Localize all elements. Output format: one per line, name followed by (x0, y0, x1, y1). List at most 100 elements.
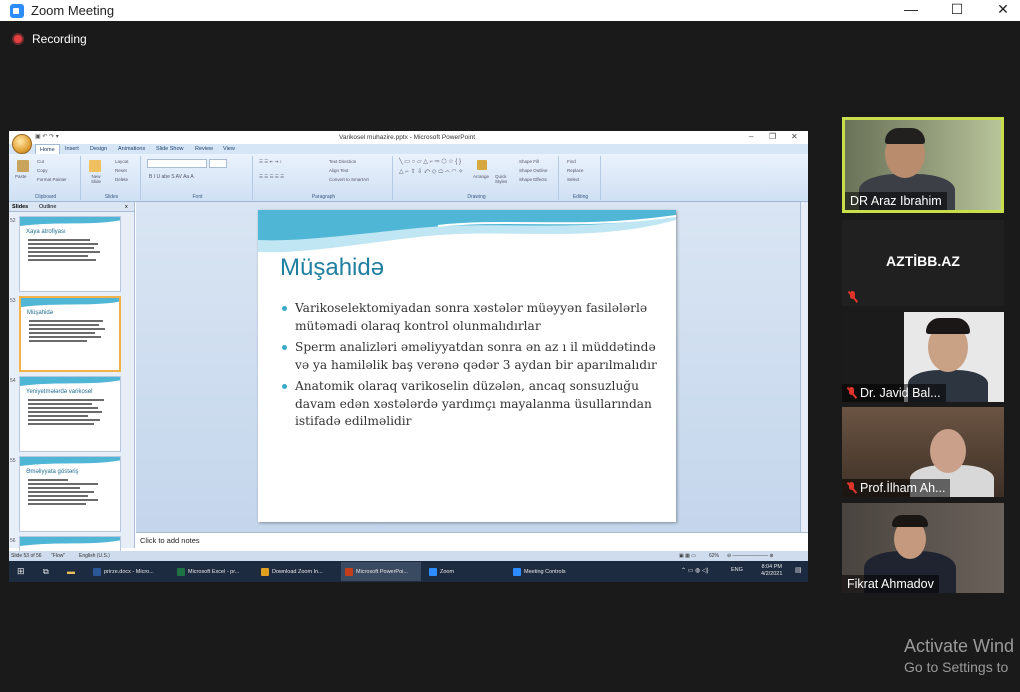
task-view-icon[interactable]: ⧉ (39, 562, 53, 581)
participant-tile[interactable]: Fikrat Ahmadov (842, 503, 1004, 593)
text-direction-button[interactable]: Text Direction (329, 159, 356, 164)
taskbar-app[interactable]: Download Zoom In... (257, 562, 337, 581)
tab-slide-show[interactable]: Slide Show (156, 146, 184, 152)
minimize-button[interactable]: — (888, 0, 934, 21)
thumbnail-text-line (28, 407, 98, 409)
recording-indicator[interactable]: Recording (12, 32, 87, 46)
participant-tile[interactable]: Prof.İlham Ah... (842, 407, 1004, 497)
slide-thumbnail[interactable]: Müşahidə (19, 296, 121, 372)
thumbnail-title: Müşahidə (27, 310, 54, 316)
pane-tabs: Slides Outline x (9, 202, 134, 212)
taskbar-app[interactable]: prirze.docx - Micro... (89, 562, 169, 581)
participant-name: Prof.İlham Ah... (860, 481, 946, 495)
participant-head (930, 429, 966, 473)
slide-bullet-list[interactable]: Varikoselektomiyadan sonra xəstələr müəy… (282, 300, 662, 435)
quick-access-toolbar-icon[interactable]: ▣ ↶ ↷ ▾ (35, 133, 59, 140)
clock-date: 4/2/2021 (761, 571, 783, 577)
tray-icons[interactable]: ⌃ ▭ ◍ ◁) (681, 567, 709, 574)
participant-tile[interactable]: DR Araz Ibrahim (842, 117, 1004, 213)
pane-tab-outline[interactable]: Outline (39, 204, 56, 210)
close-button[interactable]: ✕ (980, 0, 1020, 21)
tab-view[interactable]: View (223, 146, 235, 152)
shape-effects-button[interactable]: Shape Effects (519, 177, 547, 182)
participant-tile[interactable]: Dr. Javid Bal... (842, 312, 1004, 402)
cut-button[interactable]: Cut (37, 159, 44, 164)
shape-outline-button[interactable]: Shape Outline (519, 168, 548, 173)
taskbar-app-icon (261, 567, 269, 576)
tab-home[interactable]: Home (35, 144, 60, 154)
ppt-restore-icon[interactable]: ❐ (769, 132, 776, 141)
status-theme: "Flow" (51, 553, 66, 559)
shared-screen-powerpoint[interactable]: ▣ ↶ ↷ ▾ Varikosel muhazire.pptx - Micros… (9, 131, 808, 582)
slide-thumbnail[interactable]: Əməliyyata göstəriş (19, 456, 121, 532)
list-icons[interactable]: ☰ ☰ ⇤ ⇥ ↕ (259, 159, 282, 165)
shapes-gallery-icons-2[interactable]: △ ⌐ ⇧ ⇩ ⤺ ◇ ⬭ ⌒ ◠ ✧ (399, 168, 463, 176)
slide-title[interactable]: Müşahidə (280, 254, 384, 282)
arrange-icon[interactable] (477, 160, 487, 170)
align-icons[interactable]: ☰ ☰ ☰ ☰ ☰ (259, 174, 284, 180)
slide-thumbnail[interactable]: Yeniyetmələrdə varikosel (19, 376, 121, 452)
format-painter-button[interactable]: Format Painter (37, 177, 67, 182)
delete-button[interactable]: Delete (115, 177, 128, 182)
participant-hair (926, 318, 970, 334)
tab-review[interactable]: Review (195, 146, 213, 152)
muted-mic-icon (847, 387, 856, 399)
paste-button[interactable]: Paste (15, 174, 27, 179)
find-button[interactable]: Find (567, 159, 576, 164)
thumbnail-number: 55 (10, 458, 16, 464)
slide-thumbnail[interactable]: Xaya atrofiyası (19, 216, 121, 292)
taskbar-app-icon (429, 567, 437, 576)
taskbar-app[interactable]: Microsoft Excel - pr... (173, 562, 253, 581)
thumbnail-text-line (28, 411, 102, 413)
office-button-icon[interactable] (12, 134, 32, 154)
shapes-gallery-icons[interactable]: ╲ ▭ ○ ▱ △ ⌐ ⇨ ⬡ ☆ { } (399, 158, 461, 165)
slide-edit-area[interactable]: Müşahidə Varikoselektomiyadan sonra xəst… (136, 202, 800, 532)
convert-smartart-button[interactable]: Convert to SmartArt (329, 177, 369, 182)
ppt-close-icon[interactable]: ✕ (791, 132, 798, 141)
font-format-icons[interactable]: B I U abe S AV Aa A (149, 174, 194, 180)
font-size-box[interactable] (209, 159, 227, 168)
tab-design[interactable]: Design (90, 146, 107, 152)
slides-pane[interactable]: Slides Outline x 52 Xaya atrofiyası 53 Müşa… (9, 202, 135, 582)
pane-tab-slides[interactable]: Slides (12, 204, 28, 210)
thumbnail-text-line (29, 340, 87, 342)
thumbnail-title: Əməliyyata göstəriş (26, 469, 79, 475)
slide-wave-decoration (258, 210, 676, 253)
participant-tile[interactable]: AZTİBB.AZ (842, 220, 1004, 306)
taskbar-app[interactable]: Microsoft PowerPoi... (341, 562, 421, 581)
ppt-minimize-icon[interactable]: – (749, 132, 753, 141)
arrange-button[interactable]: Arrange (473, 174, 489, 179)
copy-button[interactable]: Copy (37, 168, 48, 173)
align-text-button[interactable]: Align Text (329, 168, 348, 173)
quick-styles-button[interactable]: Quick Styles (495, 174, 511, 184)
paste-icon[interactable] (17, 160, 29, 172)
current-slide[interactable]: Müşahidə Varikoselektomiyadan sonra xəst… (258, 210, 676, 522)
layout-button[interactable]: Layout (115, 159, 129, 164)
taskbar-clock[interactable]: 8:04 PM 4/2/2021 (761, 564, 782, 578)
thumbnail-text-line (28, 259, 96, 261)
taskbar-app[interactable]: Meeting Controls (509, 562, 593, 581)
thumbnail-text-line (28, 239, 90, 241)
reset-button[interactable]: Reset (115, 168, 127, 173)
taskbar-app-icon (513, 567, 521, 576)
taskbar-app-icon (345, 567, 353, 576)
new-slide-button[interactable]: New Slide (87, 174, 105, 184)
tab-animations[interactable]: Animations (118, 146, 145, 152)
vertical-scrollbar[interactable] (800, 202, 808, 532)
taskbar-app[interactable]: Zoom (425, 562, 505, 581)
font-name-box[interactable] (147, 159, 207, 168)
windows-start-icon[interactable]: ⊞ (13, 562, 29, 581)
file-explorer-icon[interactable]: ▬ (63, 562, 79, 581)
replace-button[interactable]: Replace (567, 168, 584, 173)
tab-insert[interactable]: Insert (65, 146, 79, 152)
maximize-button[interactable]: ☐ (934, 0, 980, 21)
new-slide-icon[interactable] (89, 160, 101, 172)
shape-fill-button[interactable]: Shape Fill (519, 159, 539, 164)
select-button[interactable]: Select (567, 177, 580, 182)
tray-language[interactable]: ENG (731, 567, 743, 573)
notification-icon[interactable]: ▤ (795, 566, 802, 574)
notes-pane[interactable]: Click to add notes (136, 532, 808, 548)
pane-close-button[interactable]: x (125, 204, 128, 210)
zoom-slider[interactable]: ⊖ ────────── ⊕ (727, 553, 774, 559)
view-buttons-icon[interactable]: ▣ ▦ ▭ (679, 553, 696, 559)
